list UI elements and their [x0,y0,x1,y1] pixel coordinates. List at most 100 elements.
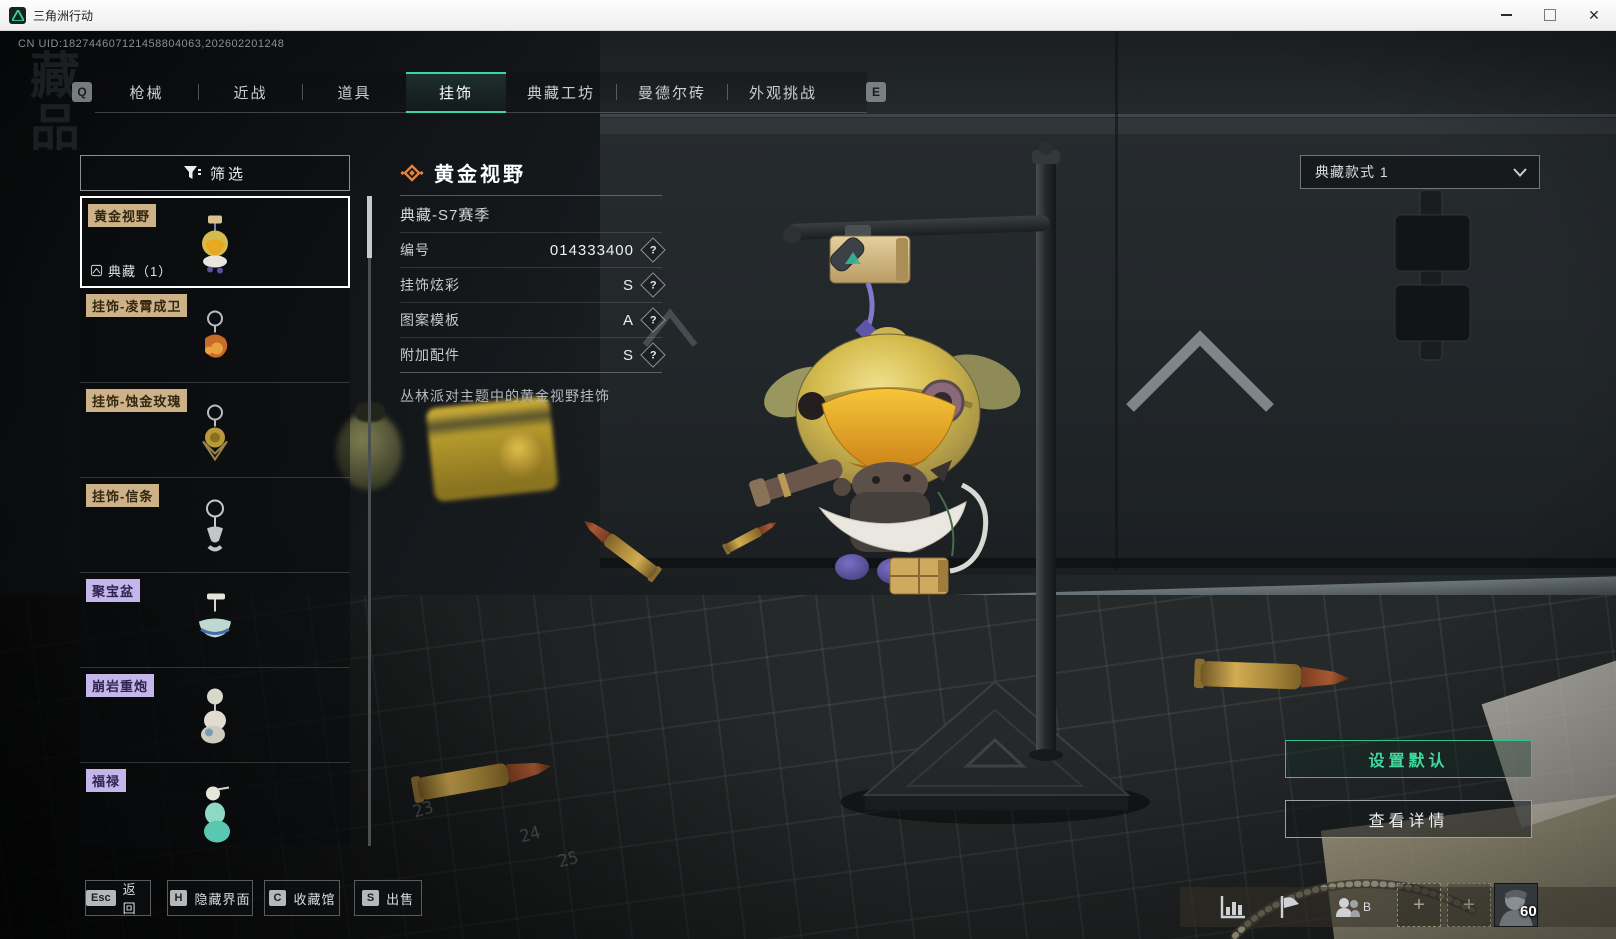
tab-mandel-brick[interactable]: 曼德尔砖 [617,72,727,112]
item-description: 丛林派对主题中的黄金视野挂饰 [400,388,610,404]
item-name-badge: 黄金视野 [88,204,157,227]
collection-hall-shortcut-button[interactable]: C 收藏馆 [264,880,340,916]
flag-icon[interactable] [1278,895,1302,919]
add-slot-button[interactable]: + [1397,883,1441,927]
key-badge: Esc [86,890,116,906]
minimize-icon [1500,14,1512,16]
charm-thumbnail [206,499,224,552]
filter-button[interactable]: 筛选 [80,155,350,191]
tab-appearance-challenge[interactable]: 外观挑战 [728,72,838,112]
back-shortcut-button[interactable]: Esc 返回 [85,880,151,916]
collection-watermark: 藏品 [30,48,80,156]
chevron-down-icon [1513,167,1527,177]
style-dropdown-value: 典藏款式 1 [1315,164,1389,180]
rarity-diamond-icon [400,163,424,182]
view-details-button[interactable]: 查看详情 [1285,800,1532,838]
tab-charms[interactable]: 挂饰 [406,72,506,113]
plus-icon: + [1463,893,1475,916]
hide-ui-shortcut-button[interactable]: H 隐藏界面 [167,880,253,916]
item-name-badge: 挂饰-蚀金玫瑰 [86,389,188,412]
app-logo-icon [9,6,26,24]
charm-preview-viewport[interactable] [680,140,1240,840]
row-label: 附加配件 [400,347,460,363]
item-name-badge: 挂饰-凌霄成卫 [86,294,188,317]
tab-melee[interactable]: 近战 [199,72,302,112]
gold-prop [500,432,546,478]
row-value: 014333400 [549,241,634,259]
row-label: 图案模板 [400,312,460,328]
list-scrollbar[interactable] [367,196,372,846]
team-key-hint: B [1363,900,1372,914]
minimize-button[interactable] [1484,0,1528,30]
tab-cycle-right-key: E [866,82,886,102]
key-badge: C [268,890,287,906]
shortcut-label: 收藏馆 [293,891,336,907]
tab-cycle-left-key: Q [72,82,92,102]
charm-list-item[interactable]: 福禄 [80,763,350,846]
item-name-badge: 崩岩重炮 [86,674,155,697]
collection-icon [90,264,103,277]
set-default-button[interactable]: 设置默认 [1285,740,1532,778]
charm-thumbnail [201,688,226,744]
charm-list-item[interactable]: 挂饰-凌霄成卫 [80,288,350,383]
filter-label: 筛选 [209,165,246,183]
player-level: 60 [1520,903,1537,920]
game-viewport: 23 24 25 CN UID:182744607121458804063,20… [0,30,1616,939]
plus-icon: + [1413,893,1425,916]
style-dropdown[interactable]: 典藏款式 1 [1300,155,1540,189]
season-row: 典藏-S7赛季 [400,196,662,233]
detail-row: 编号 014333400 ? [400,233,666,268]
tab-collection-workshop[interactable]: 典藏工坊 [506,72,616,112]
key-badge: S [361,890,380,906]
detail-row: 图案模板 A ? [400,303,666,338]
charm-model [749,225,1021,595]
key-badge: H [169,890,188,906]
tab-items[interactable]: 道具 [303,72,406,112]
collection-count: 典藏（1） [90,261,172,280]
detail-header: 黄金视野 [400,150,662,196]
maximize-icon [1544,9,1556,21]
close-button[interactable]: ✕ [1572,0,1616,30]
row-value: A [622,311,634,329]
scrollbar-thumb[interactable] [367,196,372,258]
charm-thumbnail [202,215,228,274]
charm-list-item[interactable]: 挂饰-蚀金玫瑰 [80,383,350,478]
detail-row: 挂饰炫彩 S ? [400,268,666,303]
shortcut-label: 返回 [122,882,137,916]
tab-firearms[interactable]: 枪械 [95,72,198,112]
window-title: 三角洲行动 [33,8,94,23]
add-slot-button[interactable]: + [1447,883,1491,927]
row-value: S [622,276,634,294]
uid-text: CN UID:182744607121458804063,20260220124… [18,38,285,50]
team-icon[interactable] [1334,895,1362,919]
maximize-button[interactable] [1528,0,1572,30]
item-name-badge: 聚宝盆 [86,579,141,602]
charm-list-item[interactable]: 崩岩重炮 [80,668,350,763]
title-bar: 三角洲行动 ✕ [0,0,1616,31]
charm-thumbnail [199,593,231,638]
item-name-badge: 挂饰-信条 [86,484,160,507]
charm-list-item[interactable]: 聚宝盆 [80,573,350,668]
help-icon[interactable]: ? [640,272,666,298]
charm-list-item[interactable]: 黄金视野 典藏（1） [80,196,350,288]
charm-list: 黄金视野 典藏（1） 挂饰-凌霄成卫 挂饰-蚀金玫瑰 挂饰-信条 聚宝盆 崩岩重… [80,196,350,846]
charm-list-item[interactable]: 挂饰-信条 [80,478,350,573]
shortcut-label: 隐藏界面 [194,891,251,907]
help-icon[interactable]: ? [640,342,666,368]
item-name-badge: 福禄 [86,769,127,792]
shortcut-label: 出售 [386,891,415,907]
detail-row: 附加配件 S ? [400,338,666,373]
charm-thumbnail [202,404,228,462]
help-icon[interactable]: ? [640,307,666,333]
status-strip: B + + 60 [1180,883,1616,927]
help-icon[interactable]: ? [640,237,666,263]
stand-base [840,680,1150,824]
charm-thumbnail [205,310,228,358]
item-title: 黄金视野 [434,164,526,186]
item-detail-panel: 黄金视野 典藏-S7赛季 编号 014333400 ? 挂饰炫彩 S ? 图案模… [400,150,666,406]
charm-thumbnail [204,786,230,843]
sell-shortcut-button[interactable]: S 出售 [354,880,422,916]
funnel-icon [183,165,201,179]
stats-icon[interactable] [1220,895,1246,919]
row-label: 挂饰炫彩 [400,277,460,293]
